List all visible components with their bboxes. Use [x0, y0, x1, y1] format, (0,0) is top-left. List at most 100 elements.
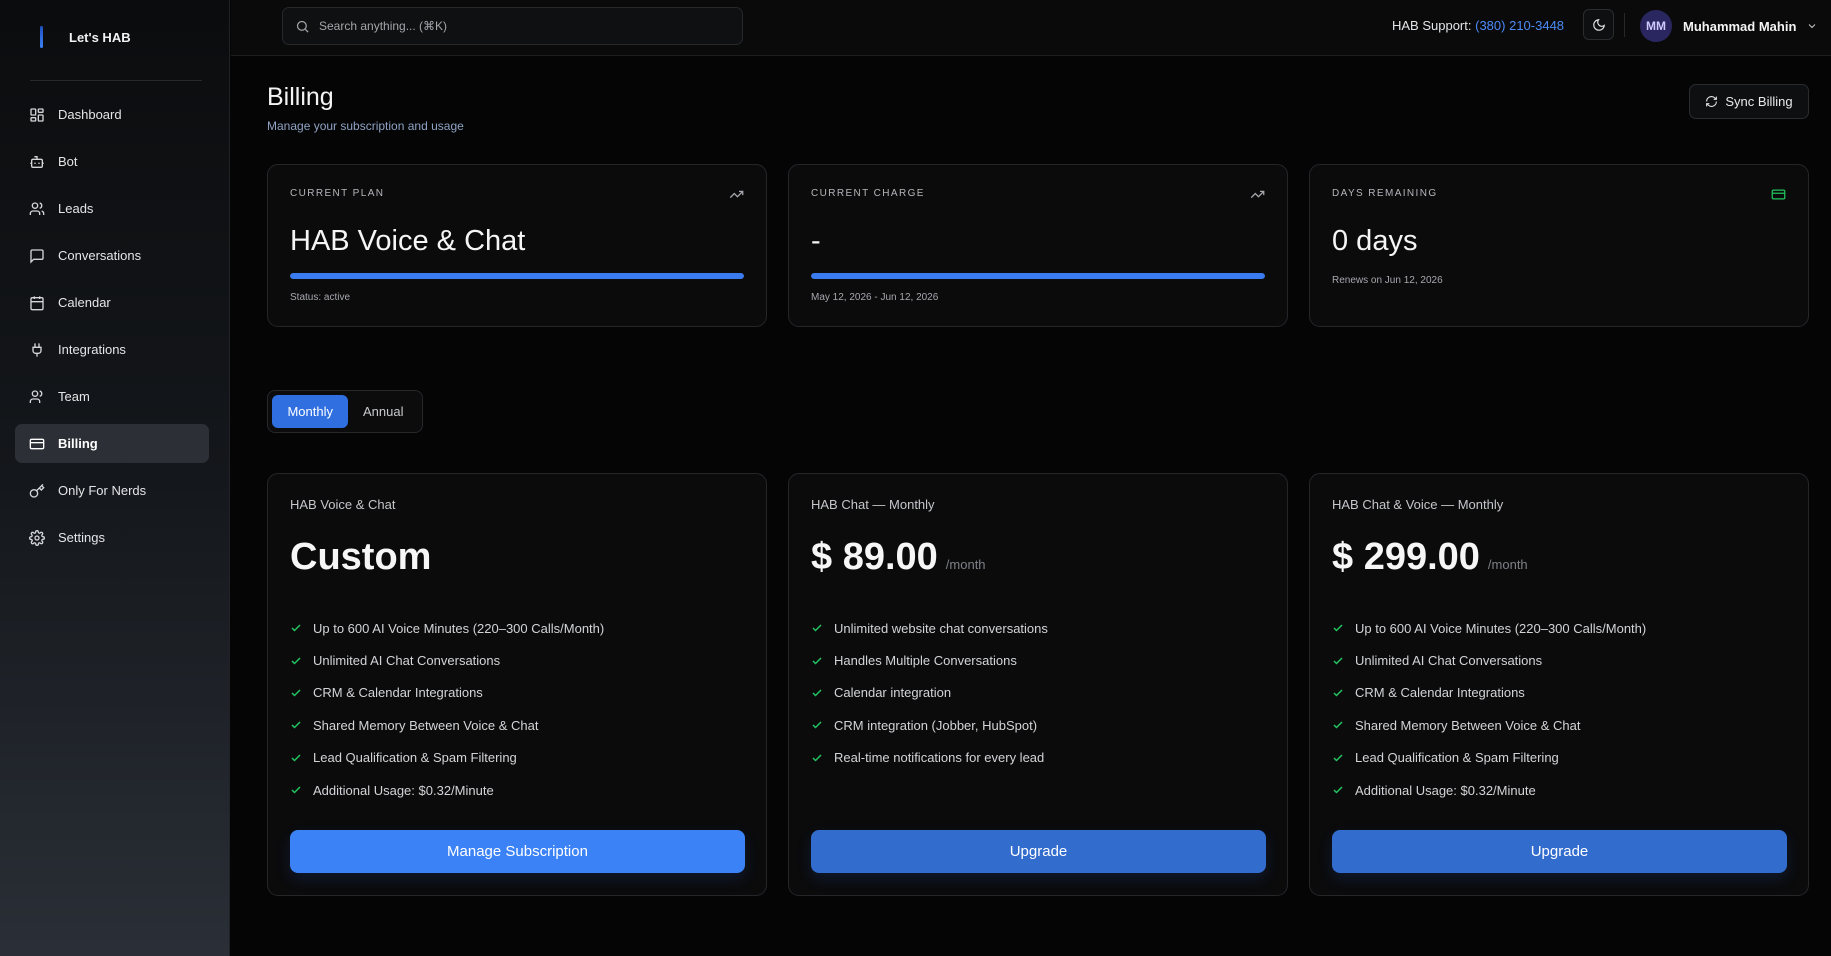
feature-text: Additional Usage: $0.32/Minute: [313, 782, 494, 798]
sidebar-item-label: Dashboard: [58, 107, 122, 122]
check-icon: [812, 657, 822, 665]
feature-item: Unlimited website chat conversations: [811, 612, 1048, 644]
upgrade-button[interactable]: Upgrade: [811, 830, 1266, 873]
plan-card-voice-chat: HAB Voice & Chat Custom Up to 600 AI Voi…: [267, 473, 767, 896]
key-icon: [29, 483, 45, 498]
plan-price: $ 89.00 /month: [811, 536, 986, 579]
stat-value: -: [811, 225, 821, 257]
stat-value: 0 days: [1332, 225, 1418, 257]
price-unit: /month: [1487, 557, 1528, 572]
plan-name: HAB Chat — Monthly: [811, 497, 935, 512]
feature-item: Additional Usage: $0.32/Minute: [290, 774, 604, 806]
sidebar-item-label: Settings: [58, 530, 105, 545]
feature-text: Unlimited AI Chat Conversations: [313, 653, 501, 669]
team-icon: [29, 389, 43, 403]
moon-icon: [1592, 18, 1605, 31]
upgrade-button[interactable]: Upgrade: [1332, 830, 1787, 873]
sidebar-item-dashboard[interactable]: Dashboard: [15, 95, 209, 134]
plan-card-chat-voice-monthly: HAB Chat & Voice — Monthly $ 299.00 /mon…: [1309, 473, 1809, 896]
feature-text: Lead Qualification & Spam Filtering: [1355, 750, 1559, 766]
sidebar-item-settings[interactable]: Settings: [15, 518, 209, 557]
sidebar-item-bot[interactable]: Bot: [15, 142, 209, 181]
support-label: HAB Support:: [1392, 18, 1472, 33]
feature-item: Real-time notifications for every lead: [811, 742, 1048, 774]
plan-card-chat-monthly: HAB Chat — Monthly $ 89.00 /month Unlimi…: [788, 473, 1288, 896]
check-icon: [812, 689, 822, 697]
progress-bar: [290, 273, 744, 279]
feature-text: Handles Multiple Conversations: [834, 653, 1017, 669]
users-icon: [29, 201, 45, 215]
search-icon: [296, 20, 309, 33]
check-icon: [1333, 657, 1343, 665]
feature-list: Up to 600 AI Voice Minutes (220–300 Call…: [1332, 612, 1646, 806]
price-amount: $ 299.00: [1332, 536, 1480, 578]
sidebar-item-billing[interactable]: Billing: [15, 424, 209, 463]
plan-name: HAB Chat & Voice — Monthly: [1332, 497, 1504, 512]
feature-item: Handles Multiple Conversations: [811, 644, 1048, 676]
feature-list: Up to 600 AI Voice Minutes (220–300 Call…: [290, 612, 604, 806]
billing-period-toggle: Monthly Annual: [267, 390, 423, 433]
sync-billing-button[interactable]: Sync Billing: [1689, 84, 1809, 119]
progress-bar: [811, 273, 1265, 279]
sidebar-item-integrations[interactable]: Integrations: [15, 330, 209, 369]
check-icon: [291, 786, 301, 794]
brand[interactable]: Let's HAB: [28, 25, 131, 49]
progress-fill: [290, 273, 744, 279]
bot-icon: [30, 155, 44, 168]
monthly-toggle-button[interactable]: Monthly: [272, 395, 349, 428]
user-menu[interactable]: MM Muhammad Mahin: [1640, 10, 1818, 42]
check-icon: [291, 657, 301, 665]
stat-note: Renews on Jun 12, 2026: [1332, 275, 1443, 286]
feature-text: Up to 600 AI Voice Minutes (220–300 Call…: [1355, 620, 1647, 636]
plan-price: $ 299.00 /month: [1332, 536, 1528, 579]
credit-card-icon: [29, 438, 45, 449]
sidebar-item-leads[interactable]: Leads: [15, 189, 209, 228]
feature-item: CRM integration (Jobber, HubSpot): [811, 709, 1048, 741]
annual-toggle-button[interactable]: Annual: [348, 395, 418, 428]
check-icon: [1333, 754, 1343, 762]
trending-up-icon: [1250, 190, 1265, 199]
feature-text: Lead Qualification & Spam Filtering: [313, 750, 517, 766]
sidebar-item-calendar[interactable]: Calendar: [15, 283, 209, 322]
feature-item: CRM & Calendar Integrations: [290, 677, 604, 709]
manage-subscription-button[interactable]: Manage Subscription: [290, 830, 745, 873]
sidebar-nav: Dashboard Bot Leads Conversations Calend…: [15, 95, 209, 565]
feature-text: Up to 600 AI Voice Minutes (220–300 Call…: [313, 620, 605, 636]
feature-text: Real-time notifications for every lead: [834, 750, 1045, 766]
price-unit: /month: [945, 557, 986, 572]
sidebar-item-label: Bot: [58, 154, 78, 169]
days-remaining-card: DAYS REMAINING 0 days Renews on Jun 12, …: [1309, 164, 1809, 327]
stat-note: May 12, 2026 - Jun 12, 2026: [811, 292, 939, 303]
check-icon: [812, 754, 822, 762]
feature-item: CRM & Calendar Integrations: [1332, 677, 1646, 709]
avatar: MM: [1640, 10, 1672, 42]
feature-text: CRM integration (Jobber, HubSpot): [834, 717, 1038, 733]
theme-toggle-button[interactable]: [1583, 9, 1614, 40]
sidebar-item-label: Leads: [58, 201, 94, 216]
sidebar-item-team[interactable]: Team: [15, 377, 209, 416]
sidebar-item-only-for-nerds[interactable]: Only For Nerds: [15, 471, 209, 510]
check-icon: [1333, 689, 1343, 697]
trending-up-icon: [729, 190, 744, 199]
feature-list: Unlimited website chat conversations Han…: [811, 612, 1048, 774]
feature-text: Unlimited AI Chat Conversations: [1355, 653, 1543, 669]
brand-logo: [40, 26, 43, 48]
feature-text: Shared Memory Between Voice & Chat: [313, 717, 539, 733]
stat-note: Status: active: [290, 292, 351, 303]
sidebar-item-conversations[interactable]: Conversations: [15, 236, 209, 275]
price-amount: Custom: [290, 536, 432, 578]
sidebar-divider: [30, 80, 202, 81]
feature-item: Lead Qualification & Spam Filtering: [290, 742, 604, 774]
topbar-divider: [1624, 13, 1625, 37]
stat-label: DAYS REMAINING: [1332, 188, 1438, 199]
search-box[interactable]: [282, 7, 743, 45]
chat-icon: [30, 248, 44, 264]
support-phone-link[interactable]: (380) 210-3448: [1475, 18, 1564, 33]
brand-name: Let's HAB: [69, 29, 131, 45]
check-icon: [291, 689, 301, 697]
price-amount: $ 89.00: [811, 536, 938, 578]
sidebar-item-label: Billing: [58, 436, 98, 451]
feature-text: Additional Usage: $0.32/Minute: [1355, 782, 1536, 798]
search-input[interactable]: [319, 19, 719, 33]
stat-label: CURRENT PLAN: [290, 188, 385, 199]
